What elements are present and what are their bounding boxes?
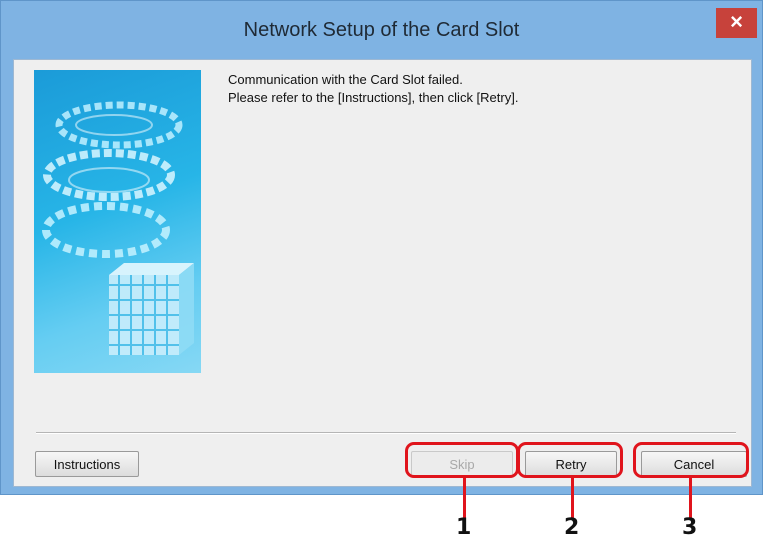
product-illustration	[34, 70, 201, 373]
callout-leader-2	[571, 477, 574, 519]
dialog-window: Network Setup of the Card Slot × Communi…	[0, 0, 763, 495]
callout-number-2: 2	[564, 515, 580, 540]
button-divider	[36, 432, 736, 434]
callout-number-1: 1	[456, 515, 472, 540]
callout-box-retry	[517, 442, 623, 478]
spiral-data-illustration	[42, 101, 194, 355]
dialog-client-area: Communication with the Card Slot failed.…	[13, 59, 752, 487]
callout-box-skip	[405, 442, 519, 478]
message-line-1: Communication with the Card Slot failed.	[228, 72, 463, 87]
message-text: Communication with the Card Slot failed.…	[228, 71, 518, 107]
title-bar[interactable]: Network Setup of the Card Slot ×	[1, 1, 762, 59]
callout-leader-1	[463, 477, 466, 519]
callout-box-cancel	[633, 442, 749, 478]
callout-number-3: 3	[682, 515, 698, 540]
window-title: Network Setup of the Card Slot	[243, 19, 520, 41]
close-button[interactable]: ×	[716, 8, 757, 38]
callout-leader-3	[689, 477, 692, 519]
instructions-button[interactable]: Instructions	[35, 451, 139, 477]
message-line-2: Please refer to the [Instructions], then…	[228, 90, 519, 105]
